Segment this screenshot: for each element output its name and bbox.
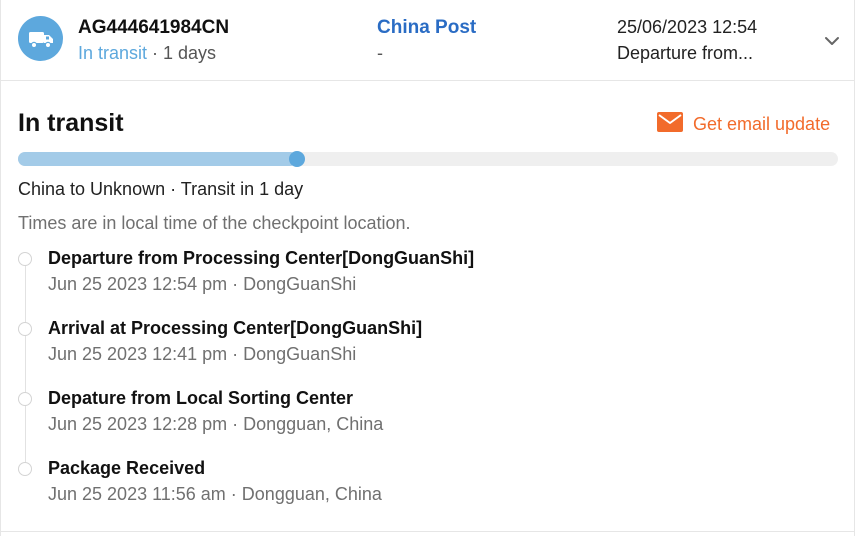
last-update-time: 25/06/2023 12:54 <box>617 17 758 37</box>
timeline-event: Depature from Local Sorting Center Jun 2… <box>18 386 838 446</box>
progress-knob <box>288 151 305 167</box>
progress-fill <box>18 152 297 166</box>
event-title: Package Received <box>48 458 206 478</box>
event-meta: Jun 25 2023 11:56 am · Dongguan, China <box>48 484 382 504</box>
mail-icon <box>657 112 683 137</box>
truck-icon <box>18 16 63 61</box>
timeline-dot <box>18 392 32 406</box>
timeline-dot <box>18 322 32 336</box>
status-line: In transit · 1 days <box>78 43 216 64</box>
event-meta: Jun 25 2023 12:41 pm · DongGuanShi <box>48 344 357 364</box>
last-update-event: Departure from... <box>617 43 754 63</box>
timeline-dot <box>18 252 32 266</box>
get-email-update-label: Get email update <box>693 114 831 134</box>
timeline-event: Departure from Processing Center[DongGua… <box>18 246 838 306</box>
transit-progress-bar <box>18 151 838 167</box>
shipment-card: AG444641984CN In transit · 1 days China … <box>0 0 855 536</box>
timeline-event: Package Received Jun 25 2023 11:56 am · … <box>18 456 838 516</box>
event-title: Departure from Processing Center[DongGua… <box>48 248 475 268</box>
chevron-down-icon[interactable] <box>819 28 845 54</box>
timezone-note: Times are in local time of the checkpoin… <box>18 213 411 233</box>
shipment-header[interactable]: AG444641984CN In transit · 1 days China … <box>1 0 855 81</box>
event-title: Depature from Local Sorting Center <box>48 388 354 408</box>
timeline-event: Arrival at Processing Center[DongGuanShi… <box>18 316 838 376</box>
timeline-dot <box>18 462 32 476</box>
tracking-number: AG444641984CN <box>78 17 230 38</box>
event-title: Arrival at Processing Center[DongGuanShi… <box>48 318 423 338</box>
carrier-link[interactable]: China Post <box>377 17 476 39</box>
transit-duration: · 1 days <box>147 43 217 63</box>
page-title: In transit <box>18 109 124 137</box>
event-meta: Jun 25 2023 12:54 pm · DongGuanShi <box>48 274 357 294</box>
get-email-update-button[interactable]: Get email update <box>657 112 830 137</box>
event-meta: Jun 25 2023 12:28 pm · Dongguan, China <box>48 414 384 434</box>
route-info: China to Unknown · Transit in 1 day <box>18 179 304 199</box>
status-text: In transit <box>78 43 148 63</box>
divider <box>1 531 855 532</box>
carrier-subtext: - <box>377 43 383 63</box>
